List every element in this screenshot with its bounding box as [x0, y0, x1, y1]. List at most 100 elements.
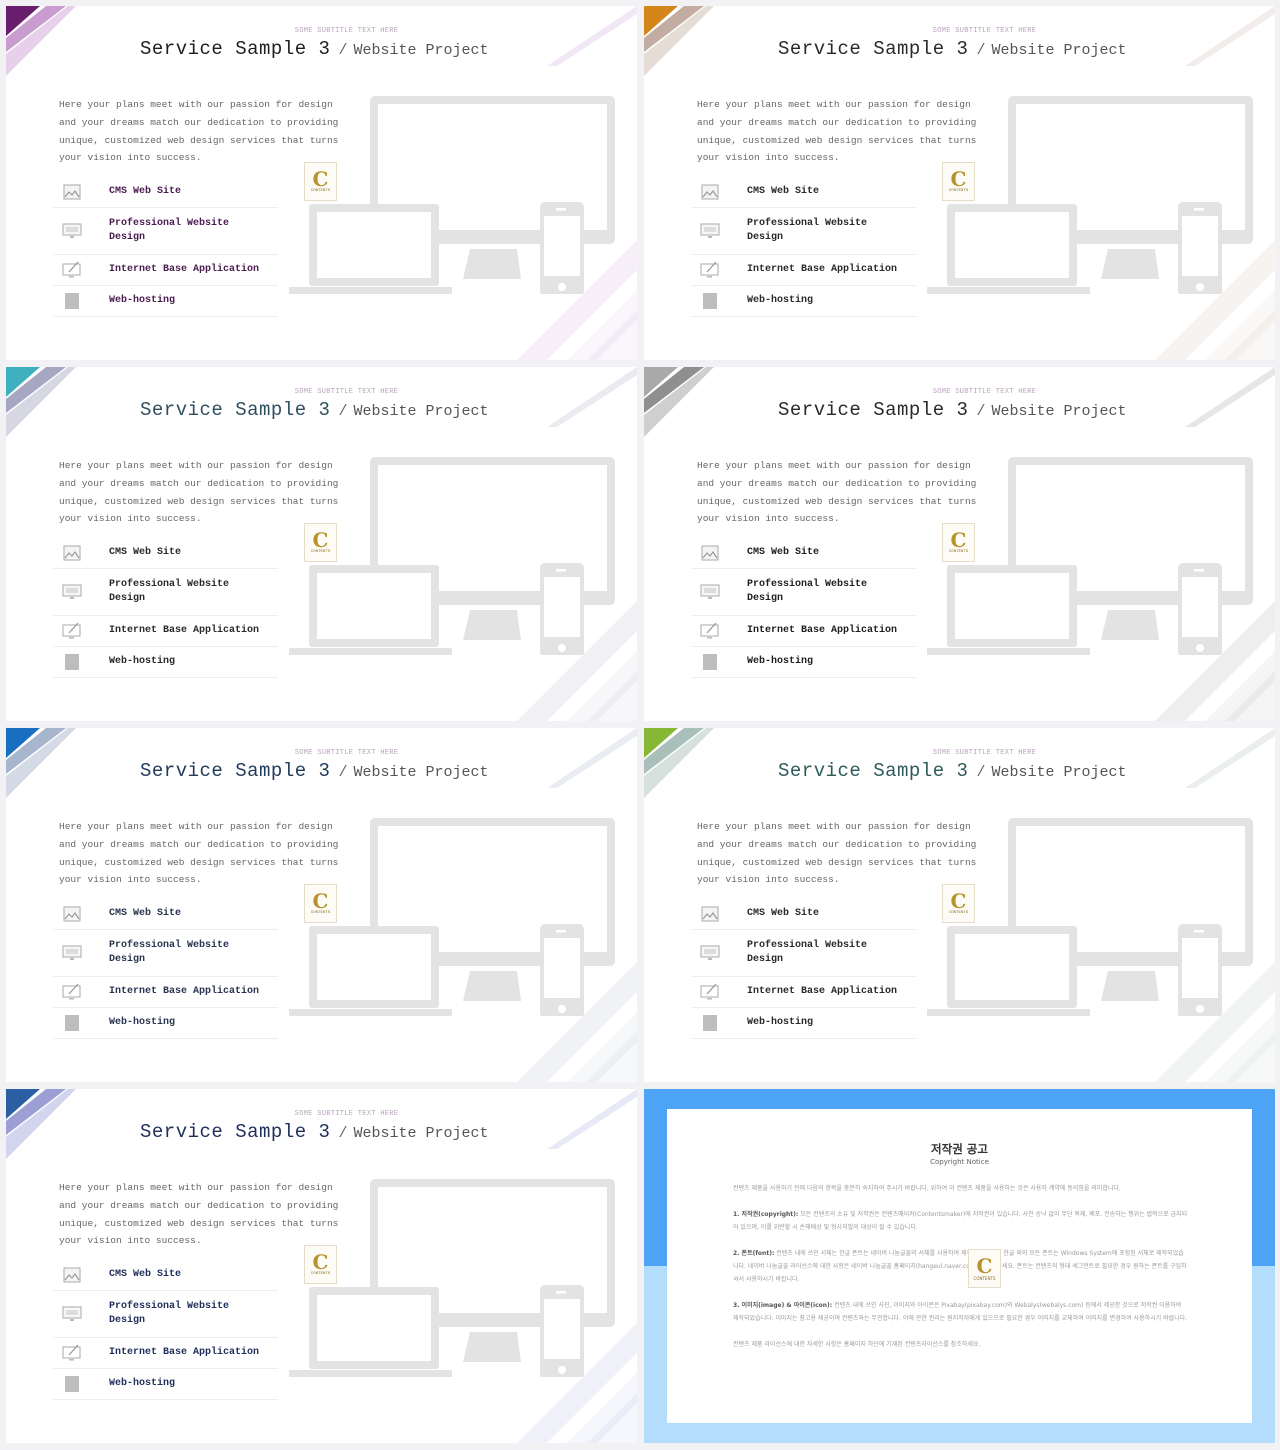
- slide-thumbnail-teal[interactable]: SOME SUBTITLE TEXT HERE Service Sample 3…: [6, 367, 637, 721]
- service-item: Professional Website Design: [691, 208, 916, 255]
- logo-letter: C: [312, 167, 329, 191]
- devices-illustration: [927, 818, 1253, 1016]
- service-item: Internet Base Application: [691, 255, 916, 286]
- service-label: Internet Base Application: [109, 1347, 260, 1358]
- corner-accent-decoration: [6, 1089, 76, 1159]
- devices-illustration: [289, 1179, 615, 1377]
- slide-thumbnail-green[interactable]: SOME SUBTITLE TEXT HERE Service Sample 3…: [644, 728, 1275, 1082]
- monitor-icon: [61, 1303, 83, 1325]
- server-icon: [699, 651, 721, 673]
- devices-illustration: [289, 96, 615, 294]
- service-label: Internet Base Application: [109, 264, 260, 275]
- brand-logo-badge: C CONTENTS: [304, 523, 337, 562]
- slide-thumbnail-purple[interactable]: SOME SUBTITLE TEXT HERE Service Sample 3…: [6, 6, 637, 360]
- service-item: CMS Web Site: [53, 177, 278, 208]
- item-body: 모든 컨텐츠의 소유 및 저작권은 컨텐츠메이커(Contentsmaker)에…: [733, 1211, 1188, 1231]
- copyright-item-1: 1. 저작권(copyright): 모든 컨텐츠의 소유 및 저작권은 컨텐츠…: [733, 1208, 1188, 1234]
- service-item: Professional Website Design: [691, 569, 916, 616]
- service-item: Professional Website Design: [53, 208, 278, 255]
- service-list: CMS Web Site Professional Website Design…: [691, 538, 916, 678]
- title-separator: /: [338, 1125, 348, 1142]
- service-label: Web-hosting: [109, 656, 176, 667]
- service-item: Web-hosting: [691, 1008, 916, 1039]
- service-label: Professional Website Design: [109, 1301, 230, 1326]
- logo-text: CONTENTS: [948, 911, 969, 915]
- monitor-icon: [61, 581, 83, 603]
- smartphone-icon: [540, 1285, 584, 1377]
- brand-logo-badge: C CONTENTS: [304, 1245, 337, 1284]
- corner-streak-decoration: [547, 6, 637, 66]
- item-heading: 2. 폰트(font):: [733, 1250, 775, 1257]
- service-item: Internet Base Application: [53, 616, 278, 647]
- title-main: Service Sample 3: [778, 760, 969, 782]
- corner-streak-decoration: [1185, 728, 1275, 788]
- copyright-subtitle: Copyright Notice: [930, 1158, 989, 1166]
- logo-text: CONTENTS: [310, 911, 331, 915]
- service-item: Web-hosting: [53, 1008, 278, 1039]
- service-item: CMS Web Site: [53, 1260, 278, 1291]
- corner-accent-decoration: [6, 367, 76, 437]
- service-item: Web-hosting: [53, 286, 278, 317]
- slide-subtitle: SOME SUBTITLE TEXT HERE: [294, 749, 399, 757]
- laptop-icon: [289, 565, 452, 655]
- copyright-intro: 컨텐츠 제품을 사용하기 전에 다음의 항목을 충분히 숙지하여 주시기 바랍니…: [733, 1185, 1121, 1192]
- service-item: Internet Base Application: [53, 977, 278, 1008]
- title-separator: /: [976, 764, 986, 781]
- copyright-title: 저작권 공고: [931, 1142, 988, 1156]
- corner-accent-decoration: [6, 6, 76, 76]
- logo-text: CONTENTS: [948, 550, 969, 554]
- item-heading: 3. 이미지(image) & 아이콘(icon):: [733, 1302, 833, 1309]
- title-main: Service Sample 3: [778, 399, 969, 421]
- service-item: Professional Website Design: [53, 1291, 278, 1338]
- title-separator: /: [338, 403, 348, 420]
- service-label: Web-hosting: [109, 295, 176, 306]
- title-sub: Website Project: [353, 42, 489, 59]
- slide-thumbnail-navy[interactable]: SOME SUBTITLE TEXT HERE Service Sample 3…: [6, 1089, 637, 1443]
- slide-thumbnail-blue[interactable]: SOME SUBTITLE TEXT HERE Service Sample 3…: [6, 728, 637, 1082]
- service-item: Internet Base Application: [691, 977, 916, 1008]
- service-label: Web-hosting: [109, 1017, 176, 1028]
- corner-streak-decoration: [1185, 6, 1275, 66]
- edit-screen-icon: [61, 259, 83, 281]
- title-sub: Website Project: [991, 42, 1127, 59]
- corner-streak-decoration: [547, 728, 637, 788]
- devices-illustration: [927, 457, 1253, 655]
- corner-accent-decoration: [6, 728, 76, 798]
- image-icon: [699, 542, 721, 564]
- copyright-notice-slide[interactable]: 저작권 공고 Copyright Notice 컨텐츠 제품을 사용하기 전에 …: [644, 1089, 1275, 1443]
- server-icon: [61, 1012, 83, 1034]
- service-item: CMS Web Site: [53, 899, 278, 930]
- service-label: Professional Website Design: [747, 218, 868, 243]
- copyright-item-2: 2. 폰트(font): 컨텐츠 내에 쓰인 서체는 한글 폰트는 네이버 나눔…: [733, 1247, 1188, 1286]
- slide-subtitle: SOME SUBTITLE TEXT HERE: [932, 27, 1037, 35]
- service-label: Internet Base Application: [747, 986, 898, 997]
- edit-screen-icon: [61, 981, 83, 1003]
- laptop-icon: [289, 204, 452, 294]
- service-item: Professional Website Design: [691, 930, 916, 977]
- service-label: Internet Base Application: [747, 264, 898, 275]
- slide-subtitle: SOME SUBTITLE TEXT HERE: [294, 27, 399, 35]
- title-main: Service Sample 3: [778, 38, 969, 60]
- service-label: Professional Website Design: [109, 579, 230, 604]
- title-main: Service Sample 3: [140, 399, 331, 421]
- copyright-paper: 저작권 공고 Copyright Notice 컨텐츠 제품을 사용하기 전에 …: [667, 1109, 1252, 1423]
- laptop-icon: [927, 926, 1090, 1016]
- slide-thumbnail-orange[interactable]: SOME SUBTITLE TEXT HERE Service Sample 3…: [644, 6, 1275, 360]
- title-main: Service Sample 3: [140, 1121, 331, 1143]
- service-item: CMS Web Site: [691, 177, 916, 208]
- service-label: Web-hosting: [747, 656, 814, 667]
- slide-thumbnail-gray[interactable]: SOME SUBTITLE TEXT HERE Service Sample 3…: [644, 367, 1275, 721]
- laptop-icon: [927, 204, 1090, 294]
- service-item: Web-hosting: [53, 1369, 278, 1400]
- slide-subtitle: SOME SUBTITLE TEXT HERE: [294, 388, 399, 396]
- logo-text: CONTENTS: [310, 1272, 331, 1276]
- devices-illustration: [927, 96, 1253, 294]
- brand-logo-badge: C CONTENTS: [304, 162, 337, 201]
- corner-accent-decoration: [644, 367, 714, 437]
- logo-text: CONTENTS: [973, 1276, 996, 1281]
- slide-title: Service Sample 3 / Website Project: [778, 399, 1126, 421]
- service-item: CMS Web Site: [691, 538, 916, 569]
- smartphone-icon: [540, 202, 584, 294]
- image-icon: [61, 181, 83, 203]
- image-icon: [61, 542, 83, 564]
